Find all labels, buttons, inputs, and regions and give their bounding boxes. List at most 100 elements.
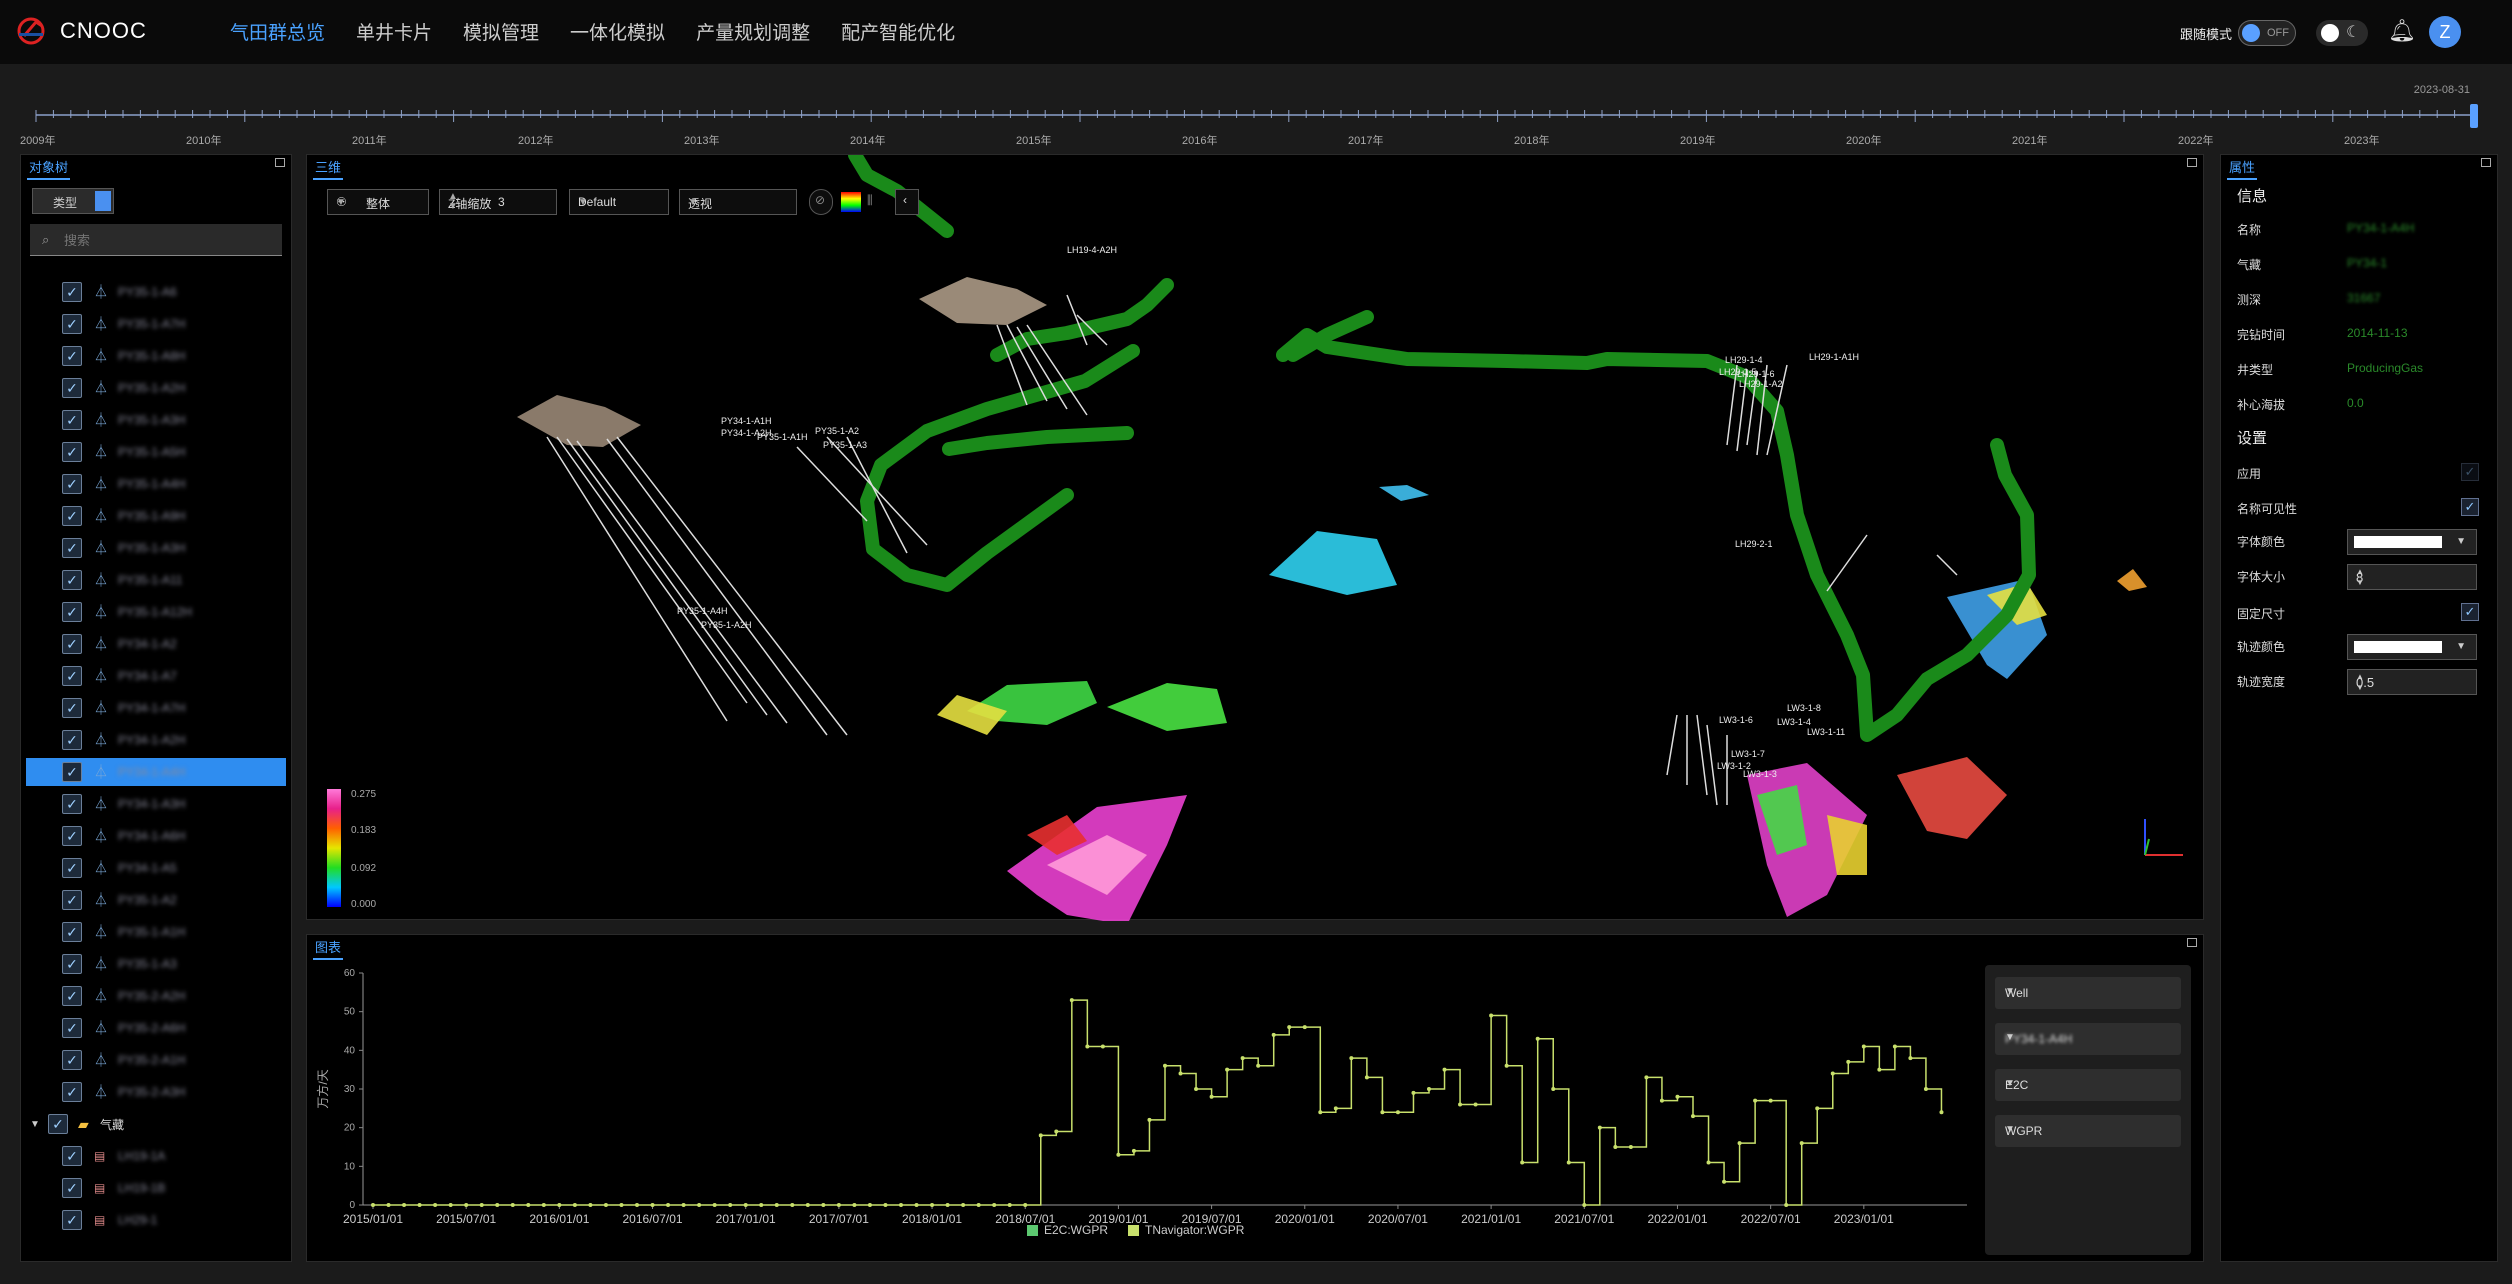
data-point[interactable] — [1722, 1179, 1727, 1184]
data-point[interactable] — [541, 1203, 546, 1207]
maximize-icon[interactable] — [275, 158, 285, 167]
tree-checkbox[interactable]: ✓ — [62, 922, 82, 942]
reservoir-surface[interactable] — [2117, 569, 2147, 591]
data-point[interactable] — [1784, 1203, 1789, 1207]
well-trajectory[interactable] — [1696, 714, 1708, 796]
data-point[interactable] — [1753, 1098, 1758, 1103]
tree-item-well[interactable]: ✓ ⏃ PY35-1-A11 — [26, 566, 286, 594]
data-point[interactable] — [1597, 1125, 1602, 1130]
well-trajectory[interactable] — [1706, 724, 1718, 806]
tree-item-well[interactable]: ✓ ⏃ PY35-1-A9H — [26, 502, 286, 530]
reservoir-surface[interactable] — [1379, 485, 1429, 501]
tree-checkbox[interactable]: ✓ — [62, 602, 82, 622]
data-point[interactable] — [790, 1203, 795, 1207]
tree-checkbox[interactable]: ✓ — [62, 538, 82, 558]
data-point[interactable] — [433, 1203, 438, 1207]
tree-checkbox[interactable]: ✓ — [62, 282, 82, 302]
zscale-input[interactable]: Z轴缩放 3 ▲ ▼ — [439, 189, 557, 215]
data-point[interactable] — [526, 1203, 531, 1207]
well-trajectory[interactable] — [606, 438, 828, 736]
data-point[interactable] — [1271, 1032, 1276, 1037]
data-point[interactable] — [479, 1203, 484, 1207]
data-point[interactable] — [1023, 1203, 1028, 1207]
tree-checkbox[interactable]: ✓ — [62, 794, 82, 814]
data-point[interactable] — [1644, 1075, 1649, 1080]
tree-item-well[interactable]: ✓ ⏃ PY35-1-A3H — [26, 534, 286, 562]
font-size-input[interactable]: 8 ▲ ▼ — [2347, 564, 2477, 590]
tree-checkbox[interactable]: ✓ — [62, 1210, 82, 1230]
data-point[interactable] — [914, 1203, 919, 1207]
data-point[interactable] — [402, 1203, 407, 1207]
data-point[interactable] — [448, 1203, 453, 1207]
timeline-handle[interactable] — [2470, 104, 2478, 128]
data-point[interactable] — [666, 1203, 671, 1207]
tree-item-reservoir[interactable]: ✓ ▤ LH29-1 — [26, 1206, 286, 1234]
data-point[interactable] — [1100, 1044, 1105, 1049]
data-point[interactable] — [1613, 1145, 1618, 1149]
data-point[interactable] — [883, 1203, 888, 1207]
tree-checkbox[interactable]: ✓ — [62, 890, 82, 910]
data-point[interactable] — [1225, 1067, 1230, 1072]
legend-item[interactable]: E2C:WGPR — [1027, 1223, 1108, 1237]
data-point[interactable] — [867, 1203, 872, 1207]
data-point[interactable] — [1473, 1102, 1478, 1107]
maximize-icon[interactable] — [2187, 158, 2197, 167]
tree-checkbox[interactable]: ✓ — [62, 1146, 82, 1166]
maximize-icon[interactable] — [2187, 938, 2197, 947]
tree-item-well[interactable]: ✓ ⏃ PY35-1-A8H — [26, 342, 286, 370]
avatar[interactable]: Z — [2429, 16, 2461, 48]
fixed-size-checkbox[interactable]: ✓ — [2461, 603, 2479, 621]
well-trajectory[interactable] — [796, 446, 868, 522]
data-point[interactable] — [697, 1203, 702, 1207]
name-visible-checkbox[interactable]: ✓ — [2461, 498, 2479, 516]
data-point[interactable] — [1131, 1148, 1136, 1153]
data-point[interactable] — [1442, 1067, 1447, 1072]
data-point[interactable] — [495, 1203, 500, 1207]
stepper-icon[interactable]: ▲ ▼ — [2356, 671, 2468, 693]
tree-item-well[interactable]: ✓ ⏃ PY35-1-A3 — [26, 950, 286, 978]
data-point[interactable] — [1411, 1090, 1416, 1095]
data-point[interactable] — [1628, 1145, 1633, 1149]
data-point[interactable] — [945, 1203, 950, 1207]
tree-item-well[interactable]: ✓ ⏃ PY34-1-A6H — [26, 822, 286, 850]
data-point[interactable] — [1908, 1056, 1913, 1061]
data-point[interactable] — [774, 1203, 779, 1207]
data-point[interactable] — [1380, 1110, 1385, 1115]
data-point[interactable] — [1923, 1087, 1928, 1091]
tree-checkbox[interactable]: ✓ — [62, 474, 82, 494]
reservoir-surface[interactable] — [1269, 531, 1397, 595]
3d-scene[interactable]: LH19-4-A2HPY35-1-A1HPY35-1-A2PY35-1-A3PY… — [307, 155, 2205, 921]
well-trajectory[interactable] — [1666, 714, 1678, 776]
nav-overview[interactable]: 气田群总览 — [230, 18, 325, 45]
tree-checkbox[interactable]: ✓ — [62, 634, 82, 654]
tree-checkbox[interactable]: ✓ — [62, 314, 82, 334]
reservoir-surface[interactable] — [1897, 757, 2007, 839]
well-trajectory[interactable] — [576, 440, 788, 724]
tree-item-well[interactable]: ✓ ⏃ PY35-1-A5H — [26, 438, 286, 466]
data-point[interactable] — [1395, 1110, 1400, 1115]
tree-item-well[interactable]: ✓ ⏃ PY35-1-A6 — [26, 278, 286, 306]
data-point[interactable] — [1302, 1025, 1307, 1030]
tree-item-well[interactable]: ✓ ⏃ PY35-2-A1H — [26, 1046, 286, 1074]
data-point[interactable] — [1318, 1110, 1323, 1115]
data-point[interactable] — [1333, 1106, 1338, 1111]
data-point[interactable] — [1582, 1203, 1587, 1207]
data-point[interactable] — [1768, 1098, 1773, 1103]
tree-checkbox[interactable]: ✓ — [62, 1050, 82, 1070]
search-input[interactable] — [64, 230, 264, 250]
data-point[interactable] — [976, 1203, 981, 1207]
data-point[interactable] — [805, 1203, 810, 1207]
data-point[interactable] — [371, 1203, 375, 1207]
tree-checkbox[interactable]: ✓ — [62, 698, 82, 718]
data-point[interactable] — [557, 1203, 562, 1207]
source-select[interactable]: E2C ▼ — [1995, 1069, 2181, 1101]
tree-item-reservoir[interactable]: ✓ ▤ LH19-1A — [26, 1142, 286, 1170]
bell-icon[interactable]: 🔔︎ — [2388, 18, 2416, 44]
tree-checkbox[interactable]: ✓ — [62, 762, 82, 782]
data-point[interactable] — [1349, 1056, 1354, 1061]
theme-toggle[interactable]: ☾ — [2316, 20, 2368, 46]
type-filter[interactable]: 类型 — [32, 188, 114, 214]
data-point[interactable] — [961, 1203, 966, 1207]
data-point[interactable] — [836, 1203, 841, 1207]
data-point[interactable] — [1520, 1160, 1525, 1165]
